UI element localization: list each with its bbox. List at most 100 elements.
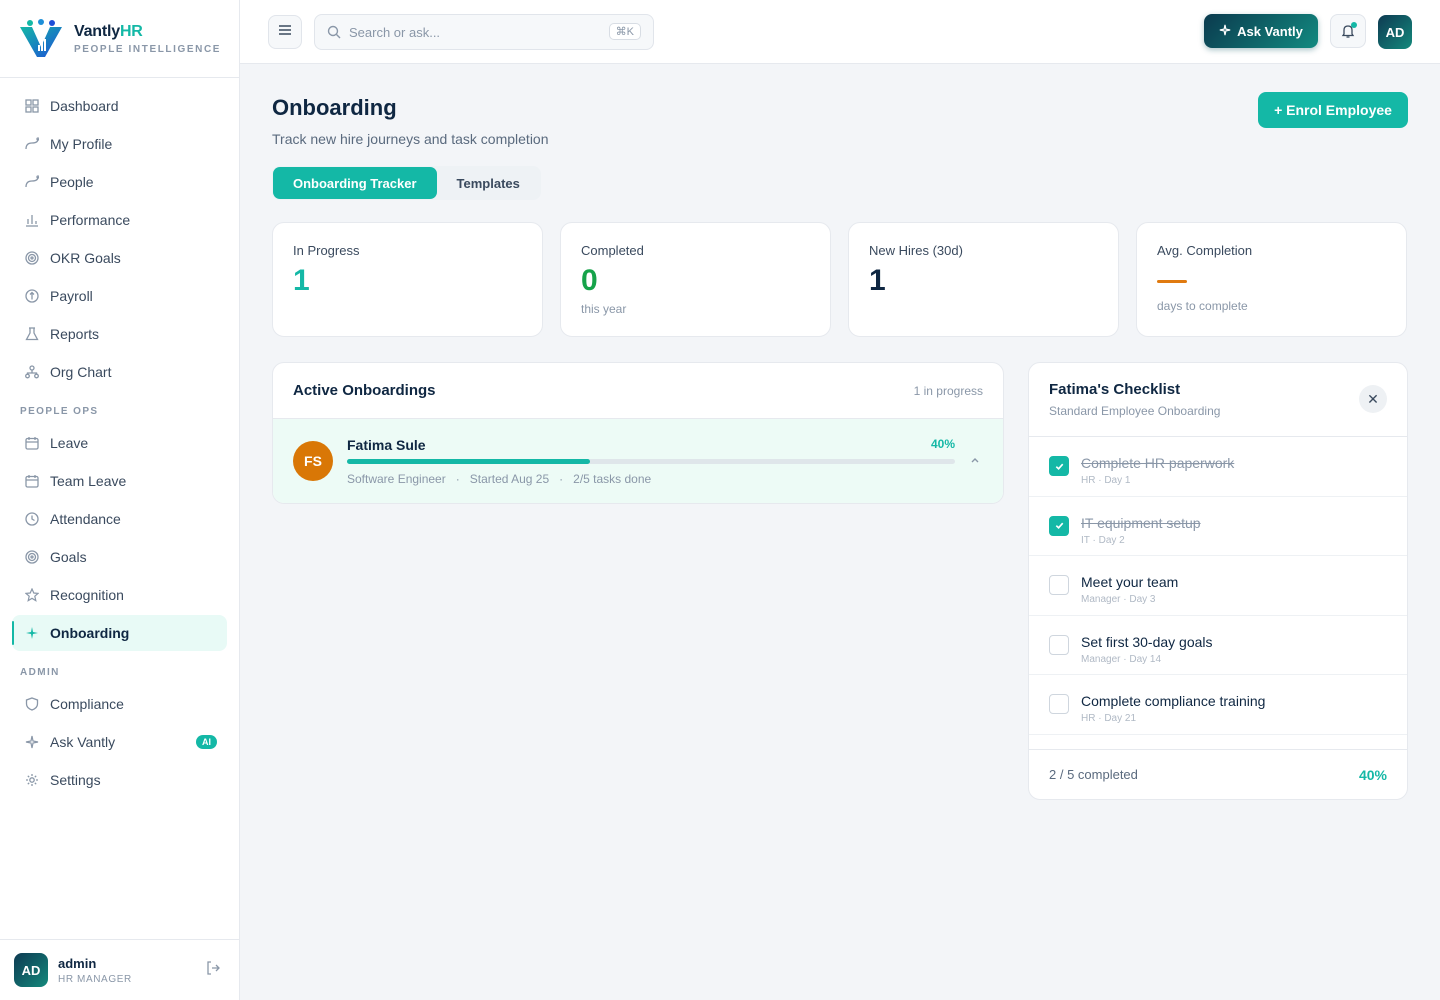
empty-value-dash	[1157, 280, 1187, 283]
sidebar-item-onboarding[interactable]: Onboarding	[12, 615, 227, 651]
checklist-item[interactable]: Set first 30-day goals Manager · Day 14	[1029, 616, 1407, 675]
close-button[interactable]: ✕	[1359, 385, 1387, 413]
stat-card-completed: Completed 0 this year	[560, 222, 831, 337]
completed-percent: 40%	[1358, 766, 1387, 783]
task-name: Meet your team	[1081, 574, 1179, 590]
sidebar-item-label: OKR Goals	[50, 250, 121, 266]
user-role: HR MANAGER	[58, 973, 132, 985]
checklist-item[interactable]: Complete compliance training HR · Day 21	[1029, 675, 1407, 735]
onboarding-meta: Software Engineer · Started Aug 25 · 2/5 tas…	[347, 471, 652, 486]
onboarding-row[interactable]: FS Fatima Sule Software Engineer · Started…	[273, 419, 1003, 503]
sidebar-item-okr-goals[interactable]: OKR Goals	[12, 240, 227, 276]
sidebar-item-settings[interactable]: Settings	[12, 762, 227, 798]
sidebar-item-org-chart[interactable]: Org Chart	[12, 354, 227, 390]
sparkle-icon	[1219, 24, 1231, 39]
task-checkbox[interactable]	[1049, 515, 1069, 536]
stat-value: 0	[581, 264, 598, 297]
stat-label: Avg. Completion	[1157, 243, 1253, 258]
sparkle-icon	[24, 734, 40, 750]
search-box[interactable]: ⌘K	[314, 14, 654, 50]
shortcut-hint: ⌘K	[608, 23, 641, 40]
sidebar-item-performance[interactable]: Performance	[12, 202, 227, 238]
task-checkbox[interactable]	[1049, 456, 1069, 476]
chevron-up-icon[interactable]	[969, 453, 981, 471]
sidebar-item-recognition[interactable]: Recognition	[12, 577, 227, 613]
sidebar-item-goals[interactable]: Goals	[12, 539, 227, 575]
calendar-icon	[24, 435, 40, 451]
sidebar-item-label: Recognition	[50, 587, 124, 603]
calendar-icon	[24, 473, 40, 489]
brand[interactable]: VantlyHR PEOPLE INTELLIGENCE	[0, 0, 239, 78]
sidebar-item-label: Team Leave	[50, 473, 127, 489]
sidebar-item-ask-vantly[interactable]: Ask Vantly AI	[12, 724, 227, 760]
stat-card-new-hires: New Hires (30d) 1	[848, 222, 1119, 337]
sidebar-item-label: Performance	[50, 212, 131, 228]
tab-templates[interactable]: Templates	[437, 167, 540, 199]
task-checkbox[interactable]	[1049, 694, 1069, 714]
grid-icon	[24, 98, 40, 114]
task-checkbox[interactable]	[1049, 634, 1069, 655]
user-avatar[interactable]: AD	[1378, 15, 1412, 49]
sidebar-item-label: Onboarding	[50, 625, 130, 641]
sidebar-item-label: Compliance	[50, 696, 124, 712]
sidebar-item-my-profile[interactable]: My Profile	[12, 126, 227, 162]
enrol-employee-button[interactable]: + Enrol Employee	[1258, 92, 1408, 128]
notifications-button[interactable]	[1330, 14, 1366, 48]
page-title: Onboarding	[272, 95, 397, 120]
task-meta: Manager · Day 14	[1081, 653, 1162, 665]
ask-vantly-label: Ask Vantly	[1237, 23, 1303, 39]
task-checkbox[interactable]	[1049, 575, 1069, 595]
sidebar-item-leave[interactable]: Leave	[12, 425, 227, 461]
sidebar-item-label: People	[50, 174, 94, 190]
star-icon	[24, 587, 40, 603]
check-icon	[1055, 463, 1063, 470]
sidebar-item-compliance[interactable]: Compliance	[12, 686, 227, 722]
search-icon	[327, 25, 341, 39]
task-meta: IT · Day 2	[1081, 534, 1125, 546]
stat-card-avg-completion: Avg. Completion days to complete	[1136, 222, 1407, 337]
page-subtitle: Track new hire journeys and task complet…	[272, 131, 549, 147]
nav-section-people-ops: PEOPLE OPS	[20, 406, 99, 417]
checklist-panel: Fatima's Checklist Standard Employee Onb…	[1028, 362, 1408, 800]
flask-icon	[24, 326, 40, 342]
coin-icon	[24, 288, 40, 304]
sidebar-item-team-leave[interactable]: Team Leave	[12, 463, 227, 499]
clock-icon	[24, 511, 40, 527]
sidebar: VantlyHR PEOPLE INTELLIGENCE Dashboard M…	[0, 0, 240, 1000]
sidebar-item-payroll[interactable]: Payroll	[12, 278, 227, 314]
ai-badge: AI	[196, 735, 217, 749]
progress-bar-fill	[347, 458, 591, 464]
stat-note: this year	[581, 302, 627, 316]
tab-bar: Onboarding Tracker Templates	[272, 166, 541, 200]
task-name: Complete compliance training	[1081, 693, 1266, 709]
sidebar-item-label: Attendance	[50, 511, 121, 527]
checklist-item[interactable]: IT equipment setup IT · Day 2	[1029, 497, 1407, 556]
gear-icon	[24, 772, 40, 788]
checklist-item[interactable]: Meet your team Manager · Day 3	[1029, 556, 1407, 616]
tab-onboarding-tracker[interactable]: Onboarding Tracker	[273, 167, 437, 199]
sidebar-item-attendance[interactable]: Attendance	[12, 501, 227, 537]
task-count: 2/5 tasks done	[573, 471, 652, 486]
employee-role: Software Engineer	[347, 471, 446, 486]
checklist-title: Fatima's Checklist	[1049, 381, 1181, 398]
target-icon	[24, 549, 40, 565]
task-name: Complete HR paperwork	[1081, 455, 1235, 471]
sparkle-icon	[24, 625, 40, 641]
check-icon	[1055, 522, 1063, 529]
nav-section-admin: ADMIN	[20, 667, 60, 678]
panel-meta: 1 in progress	[913, 383, 983, 398]
sidebar-item-dashboard[interactable]: Dashboard	[12, 88, 227, 124]
search-input[interactable]	[349, 24, 589, 40]
sidebar-item-label: My Profile	[50, 136, 113, 152]
logout-icon[interactable]	[205, 960, 221, 981]
menu-button[interactable]	[268, 15, 302, 49]
sidebar-item-people[interactable]: People	[12, 164, 227, 200]
sidebar-item-reports[interactable]: Reports	[12, 316, 227, 352]
brand-tagline: PEOPLE INTELLIGENCE	[74, 43, 222, 55]
ask-vantly-button[interactable]: Ask Vantly	[1204, 14, 1318, 48]
start-date: Started Aug 25	[469, 471, 550, 486]
target-icon	[24, 250, 40, 266]
sidebar-nav: Dashboard My Profile People Performance …	[0, 78, 239, 798]
checklist-item[interactable]: Complete HR paperwork HR · Day 1	[1029, 437, 1407, 497]
user-profile[interactable]: AD admin HR MANAGER	[0, 939, 239, 1000]
